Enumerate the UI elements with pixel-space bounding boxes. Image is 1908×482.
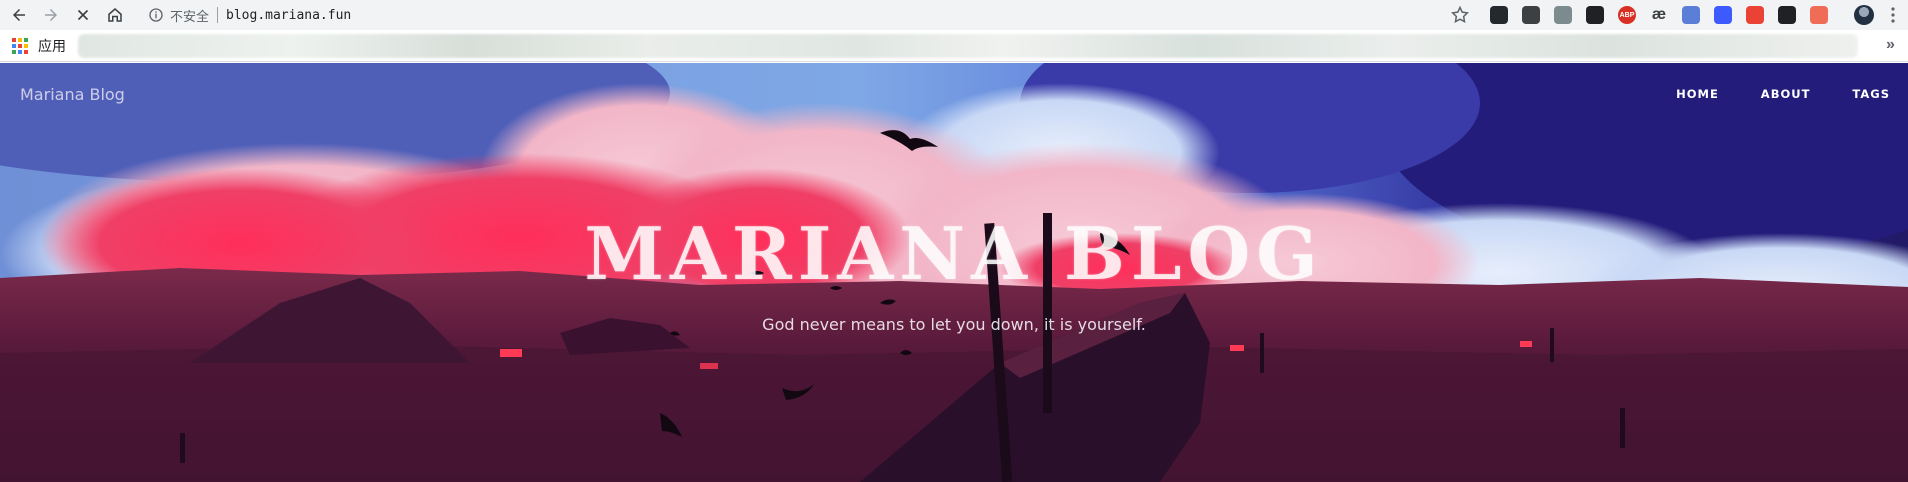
omnibox-divider [217,7,219,23]
url-text[interactable]: blog.mariana.fun [226,8,351,23]
nav-tags[interactable]: TAGS [1852,87,1890,101]
site-brand[interactable]: Mariana Blog [20,85,125,104]
apps-grid-icon[interactable] [12,37,28,54]
ext-gear-icon[interactable] [1810,6,1828,24]
address-bar[interactable]: 不安全 blog.mariana.fun [138,3,1478,27]
back-icon[interactable] [6,2,32,28]
ext-ae-icon[interactable]: æ [1650,6,1668,24]
ext-bitwarden-icon[interactable] [1586,6,1604,24]
ext-github-icon[interactable] [1490,6,1508,24]
nav-about[interactable]: ABOUT [1761,87,1811,101]
more-bookmarks-icon[interactable]: » [1886,36,1895,54]
menu-kebab-icon[interactable] [1890,6,1896,24]
hero-title: MARIANA BLOG [584,211,1324,296]
ext-bird-icon[interactable] [1778,6,1796,24]
blurred-bookmarks [78,34,1858,58]
profile-avatar[interactable] [1854,5,1874,25]
info-icon[interactable] [148,7,164,23]
nav-home[interactable]: HOME [1676,87,1719,101]
extensions-area: ABP æ [1490,4,1842,26]
ext-circle-icon[interactable] [1682,6,1700,24]
hero-banner: Mariana Blog HOME ABOUT TAGS MARIANA BLO… [0,63,1908,482]
ext-adblock-icon[interactable]: ABP [1618,6,1636,24]
ext-pocket-icon[interactable] [1714,6,1732,24]
browser-toolbar: 不安全 blog.mariana.fun ABP æ [0,0,1908,30]
ext-map-pin-icon[interactable] [1746,6,1764,24]
home-icon[interactable] [102,2,128,28]
ext-vue-icon[interactable] [1554,6,1572,24]
ext-square-icon[interactable] [1522,6,1540,24]
stop-loading-icon[interactable] [70,2,96,28]
bookmarks-bar: 应用 » [0,30,1908,62]
security-status: 不安全 [170,9,210,25]
site-nav: HOME ABOUT TAGS [1634,87,1890,101]
hero-subtitle: God never means to let you down, it is y… [762,315,1146,334]
forward-icon[interactable] [38,2,64,28]
apps-label[interactable]: 应用 [38,36,66,56]
bookmark-star-icon[interactable] [1450,5,1470,25]
